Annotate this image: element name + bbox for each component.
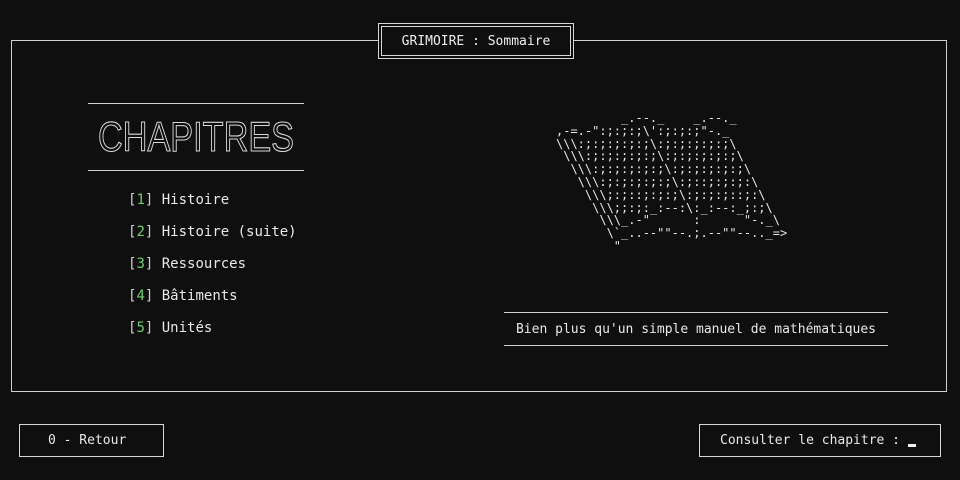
section-heading: CHAPITRES xyxy=(88,103,304,171)
back-button-label: 0 - Retour xyxy=(48,433,127,448)
menu-item-1[interactable]: [1] Histoire xyxy=(128,192,229,208)
tagline: Bien plus qu'un simple manuel de mathéma… xyxy=(504,312,888,346)
book-ascii-art: _.--._ _.--._ ,-=.-":;:;:;\':;:;:;"-._ \… xyxy=(556,111,788,253)
menu-item-label: Unités xyxy=(161,320,213,336)
menu-item-number: 2 xyxy=(136,224,145,240)
window-title-box: GRIMOIRE : Sommaire xyxy=(378,23,574,59)
chapter-prompt-label: Consulter le chapitre : xyxy=(720,433,901,448)
menu-item-number: 4 xyxy=(136,288,145,304)
text-cursor xyxy=(908,443,917,447)
window-title: GRIMOIRE : Sommaire xyxy=(381,26,571,56)
menu-item-label: Histoire (suite) xyxy=(161,224,297,240)
menu-item-number: 1 xyxy=(136,192,145,208)
menu-item-label: Histoire xyxy=(161,192,230,208)
section-heading-text: CHAPITRES xyxy=(98,113,294,160)
menu-item-4[interactable]: [4] Bâtiments xyxy=(128,288,238,304)
menu-item-5[interactable]: [5] Unités xyxy=(128,320,212,336)
menu-item-number: 5 xyxy=(136,320,145,336)
menu-item-label: Ressources xyxy=(161,256,247,272)
menu-item-2[interactable]: [2] Histoire (suite) xyxy=(128,224,297,240)
menu-item-label: Bâtiments xyxy=(161,288,238,304)
menu-item-3[interactable]: [3] Ressources xyxy=(128,256,246,272)
back-button[interactable]: 0 - Retour xyxy=(19,424,164,457)
chapter-prompt-input[interactable]: Consulter le chapitre : xyxy=(699,424,941,457)
menu-item-number: 3 xyxy=(136,256,145,272)
